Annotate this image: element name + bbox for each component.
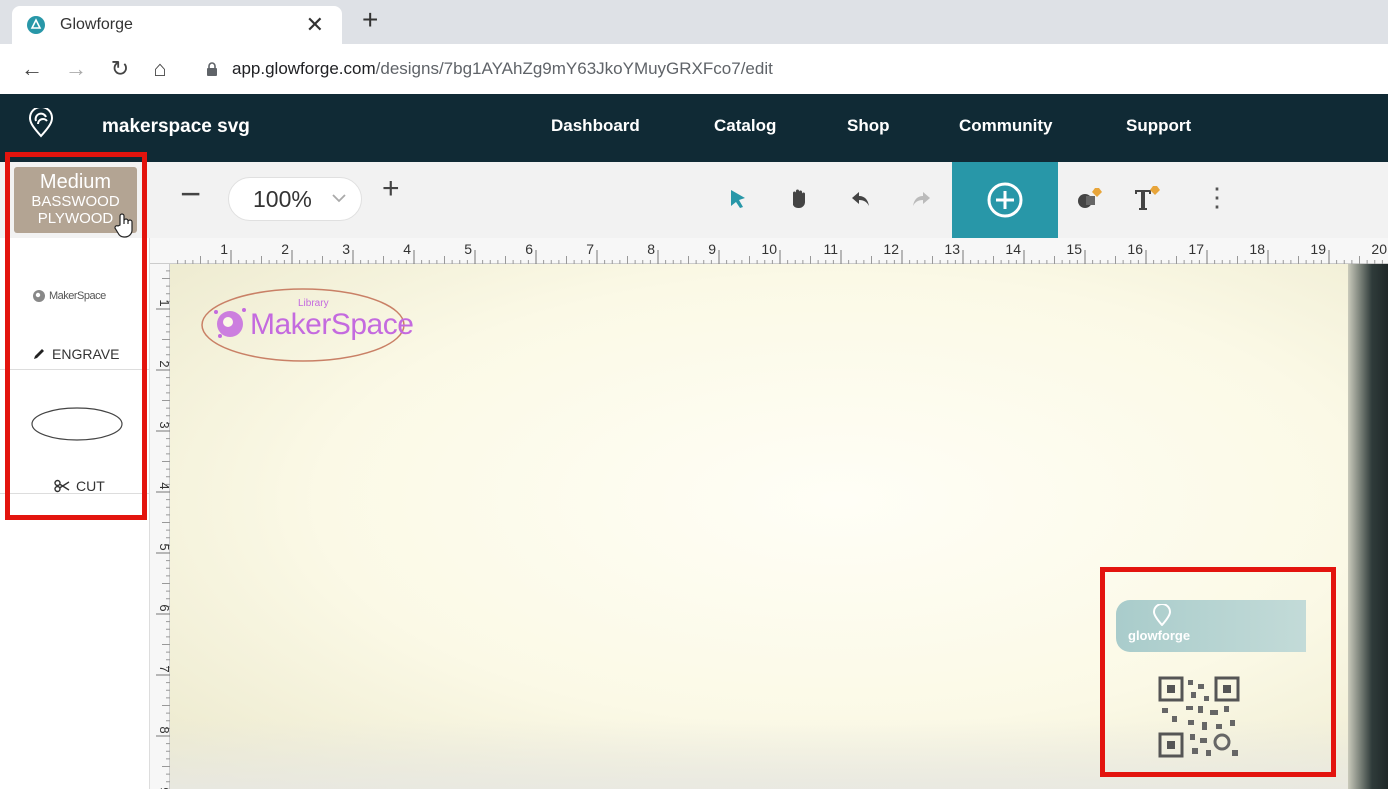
add-artwork-button[interactable]: [952, 162, 1058, 238]
ruler-tick-label: 10: [761, 241, 777, 257]
reload-icon[interactable]: ↻: [102, 56, 138, 82]
nav-shop[interactable]: Shop: [847, 116, 890, 136]
tab-close-icon[interactable]: ✕: [306, 14, 324, 36]
highlight-box-qr: [1100, 567, 1336, 777]
ruler-tick-label: 5: [464, 241, 472, 257]
highlight-box-sidebar: [5, 152, 147, 520]
ruler-tick-label: 18: [1249, 241, 1265, 257]
editor-toolbar: Medium Basswood Plywood − 100% +: [0, 162, 1388, 238]
zoom-value: 100%: [253, 186, 312, 212]
ruler-tick-label: 15: [1066, 241, 1082, 257]
ruler-tick-label: 11: [823, 241, 838, 257]
nav-community[interactable]: Community: [959, 116, 1053, 136]
ruler-tick-label: 1: [157, 299, 170, 306]
zoom-in-button[interactable]: +: [382, 174, 400, 204]
ruler-tick-label: 2: [157, 360, 170, 367]
ruler-tick-label: 4: [157, 482, 170, 489]
nav-dashboard[interactable]: Dashboard: [551, 116, 640, 136]
chevron-down-icon: [332, 194, 346, 203]
ruler-tick-label: 4: [403, 241, 411, 257]
zoom-out-button[interactable]: −: [180, 176, 201, 212]
forward-arrow-icon[interactable]: →: [58, 56, 94, 82]
ruler-horizontal-ticks: 1 2 3 4 5 6 7 8 9 10 11 12 13 14 15 16 17 18 19 20: [177, 241, 1387, 264]
logo-text: MakerSpace: [250, 308, 414, 341]
makerspace-logo-artwork[interactable]: Library MakerSpace: [200, 286, 414, 364]
ruler-tick-label: 2: [281, 241, 289, 257]
ruler-vertical: 123456789: [150, 264, 170, 789]
ruler-tick-label: 19: [1310, 241, 1326, 257]
plus-circle-icon: [987, 182, 1023, 218]
lock-icon: [207, 62, 217, 76]
ruler-tick-label: 6: [157, 604, 170, 611]
ruler-tick-label: 20: [1371, 241, 1387, 257]
ruler-tick-label: 14: [1005, 241, 1021, 257]
url-text: app.glowforge.com/designs/7bg1AYAhZg9mY6…: [232, 59, 773, 78]
browser-omnibar: ← → ↻ ⌂ app.glowforge.com/designs/7bg1AY…: [0, 44, 1388, 94]
ruler-tick-label: 17: [1188, 241, 1204, 257]
browser-tabstrip: Glowforge ✕ +: [0, 0, 1388, 44]
tab-title: Glowforge: [60, 16, 133, 33]
glowforge-logo-icon[interactable]: [28, 108, 54, 138]
ruler-tick-label: 6: [525, 241, 533, 257]
ruler-tick-label: 5: [157, 543, 170, 550]
app-nav: makerspace svg Dashboard Catalog Shop Co…: [0, 94, 1388, 162]
redo-icon[interactable]: [910, 188, 932, 210]
ruler-tick-label: 13: [944, 241, 960, 257]
browser-tab[interactable]: Glowforge ✕: [12, 6, 342, 44]
glowforge-favicon-icon: [27, 16, 45, 34]
hand-pan-icon[interactable]: [789, 188, 811, 210]
shapes-premium-icon[interactable]: [1076, 186, 1106, 212]
ruler-tick-label: 7: [586, 241, 594, 257]
nav-support[interactable]: Support: [1126, 116, 1191, 136]
design-title[interactable]: makerspace svg: [102, 116, 250, 138]
select-arrow-icon[interactable]: [728, 188, 750, 210]
ruler-tick-label: 8: [647, 241, 655, 257]
ruler-tick-label: 9: [708, 241, 716, 257]
address-bar[interactable]: app.glowforge.com/designs/7bg1AYAhZg9mY6…: [206, 59, 773, 79]
ruler-tick-label: 3: [157, 421, 170, 428]
ruler-tick-label: 1: [220, 241, 228, 257]
ruler-tick-label: 3: [342, 241, 350, 257]
ruler-horizontal: 1 2 3 4 5 6 7 8 9 10 11 12 13 14 15 16 17 18 19 20: [150, 238, 1388, 264]
ruler-tick-label: 12: [883, 241, 899, 257]
undo-icon[interactable]: [850, 188, 872, 210]
back-arrow-icon[interactable]: ←: [14, 56, 50, 82]
home-icon[interactable]: ⌂: [142, 56, 178, 82]
ruler-vertical-ticks: 123456789: [156, 270, 170, 789]
bed-edge: [1348, 264, 1388, 789]
ruler-tick-label: 7: [157, 665, 170, 672]
text-premium-icon[interactable]: [1132, 184, 1164, 212]
new-tab-icon[interactable]: +: [362, 6, 378, 34]
more-vertical-icon[interactable]: ⋮: [1204, 184, 1230, 210]
zoom-select[interactable]: 100%: [228, 177, 362, 221]
ruler-tick-label: 16: [1127, 241, 1143, 257]
ruler-tick-label: 8: [157, 726, 170, 733]
nav-catalog[interactable]: Catalog: [714, 116, 776, 136]
